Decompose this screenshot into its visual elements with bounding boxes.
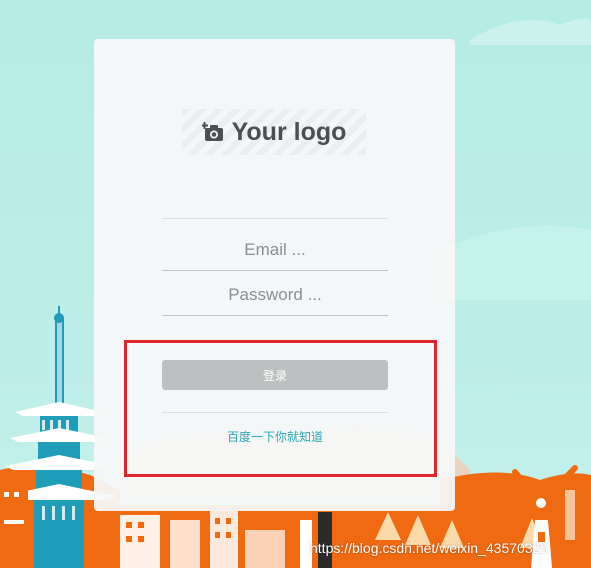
top-divider: [162, 218, 388, 219]
email-field[interactable]: [162, 230, 388, 271]
camera-add-icon: [201, 122, 223, 141]
logo-text: Your logo: [231, 117, 347, 146]
watermark: https://blog.csdn.net/weixin_43570325: [310, 540, 549, 556]
highlight-box: [124, 340, 437, 477]
logo: Your logo: [182, 109, 366, 155]
password-field[interactable]: [162, 275, 388, 316]
